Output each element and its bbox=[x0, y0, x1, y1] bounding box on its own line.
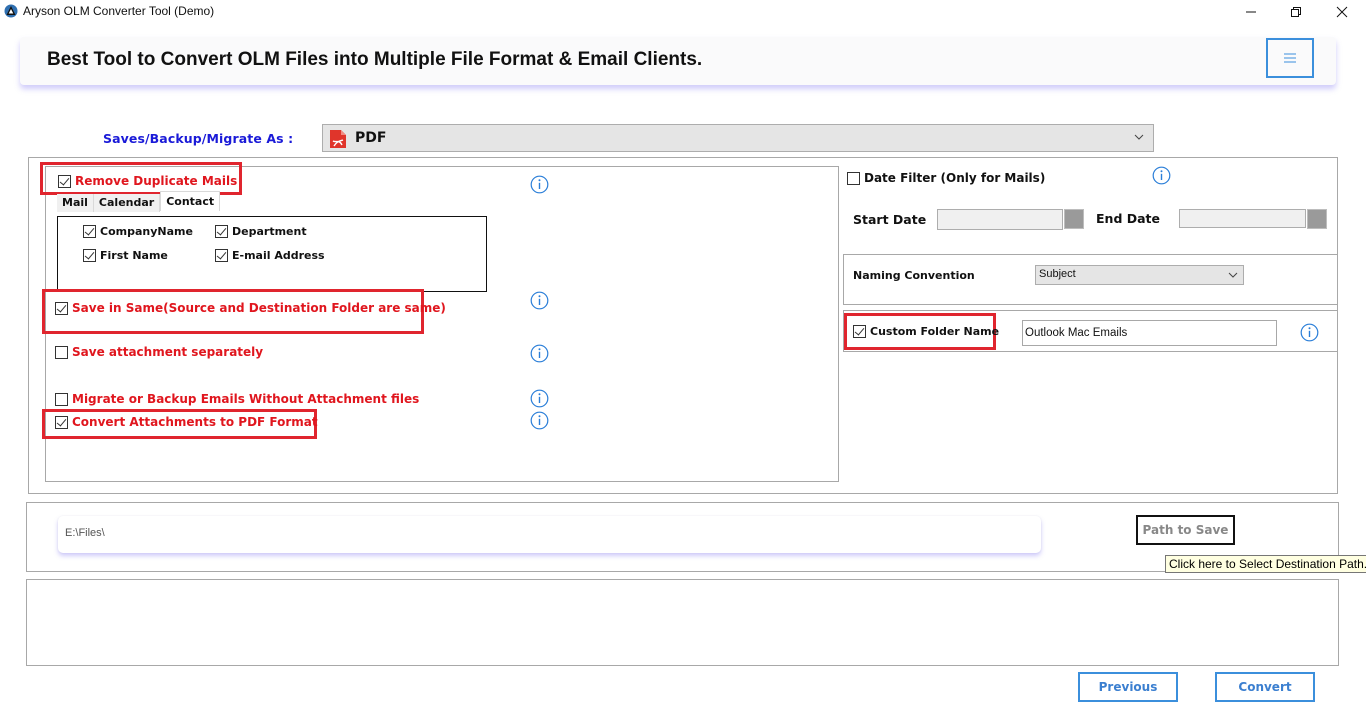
path-tooltip: Click here to Select Destination Path. bbox=[1165, 555, 1366, 573]
company-name-checkbox[interactable] bbox=[83, 225, 96, 238]
tab-calendar[interactable]: Calendar bbox=[93, 194, 161, 212]
without-attachment-label: Migrate or Backup Emails Without Attachm… bbox=[72, 392, 420, 406]
convert-attachments-option[interactable]: Convert Attachments to PDF Format bbox=[55, 415, 318, 429]
convert-attachments-checkbox[interactable] bbox=[55, 415, 68, 429]
date-filter-option[interactable]: Date Filter (Only for Mails) bbox=[847, 171, 1045, 185]
first-name-checkbox[interactable] bbox=[83, 249, 96, 262]
calendar-icon[interactable] bbox=[1064, 209, 1084, 229]
contact-fields-box: CompanyName Department First Name E-mail… bbox=[57, 216, 487, 292]
contact-field-option[interactable]: CompanyName bbox=[83, 225, 193, 238]
naming-convention-label: Naming Convention bbox=[853, 269, 975, 282]
start-date-label: Start Date bbox=[853, 212, 927, 227]
tab-contact[interactable]: Contact bbox=[160, 191, 221, 211]
naming-convention-select[interactable]: Subject bbox=[1035, 265, 1244, 285]
convert-button[interactable]: Convert bbox=[1215, 672, 1315, 702]
minimize-icon bbox=[1246, 11, 1256, 13]
pdf-file-icon bbox=[330, 130, 346, 148]
email-address-checkbox[interactable] bbox=[215, 249, 228, 262]
minimize-button[interactable] bbox=[1228, 0, 1274, 24]
restore-icon bbox=[1291, 7, 1301, 17]
window-title: Aryson OLM Converter Tool (Demo) bbox=[23, 4, 215, 18]
remove-duplicates-option[interactable]: Remove Duplicate Mails bbox=[58, 174, 237, 188]
save-attachment-checkbox[interactable] bbox=[55, 345, 68, 359]
calendar-icon[interactable] bbox=[1307, 209, 1327, 229]
header-banner: Best Tool to Convert OLM Files into Mult… bbox=[20, 37, 1336, 85]
close-button[interactable] bbox=[1319, 0, 1365, 24]
tab-mail[interactable]: Mail bbox=[57, 194, 94, 212]
app-logo-icon bbox=[4, 4, 18, 18]
remove-duplicates-checkbox[interactable] bbox=[58, 174, 71, 188]
info-icon[interactable] bbox=[530, 344, 549, 363]
info-icon[interactable] bbox=[530, 291, 549, 310]
save-in-same-option[interactable]: Save in Same(Source and Destination Fold… bbox=[55, 301, 446, 315]
convert-attachments-label: Convert Attachments to PDF Format bbox=[72, 415, 318, 429]
close-icon bbox=[1336, 6, 1348, 18]
save-in-same-checkbox[interactable] bbox=[55, 301, 68, 315]
end-date-label: End Date bbox=[1096, 211, 1161, 226]
end-date-input[interactable] bbox=[1179, 209, 1306, 228]
save-attachment-label: Save attachment separately bbox=[72, 345, 264, 359]
contact-field-option[interactable]: First Name bbox=[83, 249, 168, 262]
restore-button[interactable] bbox=[1273, 0, 1319, 24]
menu-button[interactable] bbox=[1266, 38, 1314, 78]
info-icon[interactable] bbox=[530, 411, 549, 430]
start-date-input[interactable] bbox=[937, 209, 1063, 230]
remove-duplicates-label: Remove Duplicate Mails bbox=[75, 174, 238, 188]
previous-button[interactable]: Previous bbox=[1078, 672, 1178, 702]
naming-convention-value: Subject bbox=[1039, 268, 1076, 280]
department-label: Department bbox=[232, 225, 307, 238]
without-attachment-checkbox[interactable] bbox=[55, 392, 68, 406]
company-name-label: CompanyName bbox=[100, 225, 193, 238]
contact-field-option[interactable]: Department bbox=[215, 225, 307, 238]
format-select[interactable]: PDF bbox=[322, 124, 1154, 152]
email-address-label: E-mail Address bbox=[232, 249, 325, 262]
header-title: Best Tool to Convert OLM Files into Mult… bbox=[47, 49, 703, 70]
save-in-same-label: Save in Same(Source and Destination Fold… bbox=[72, 301, 446, 315]
info-icon[interactable] bbox=[530, 175, 549, 194]
format-select-value: PDF bbox=[355, 130, 387, 146]
custom-folder-input[interactable] bbox=[1022, 320, 1277, 346]
path-to-save-button[interactable]: Path to Save bbox=[1136, 515, 1235, 545]
contact-field-option[interactable]: E-mail Address bbox=[215, 249, 325, 262]
date-filter-label: Date Filter (Only for Mails) bbox=[864, 171, 1046, 185]
department-checkbox[interactable] bbox=[215, 225, 228, 238]
hamburger-menu-icon bbox=[1284, 53, 1296, 63]
date-filter-checkbox[interactable] bbox=[847, 171, 860, 185]
destination-path-input[interactable]: E:\Files\ bbox=[58, 516, 1041, 553]
info-icon[interactable] bbox=[1152, 166, 1171, 185]
chevron-down-icon bbox=[1228, 272, 1238, 278]
log-area bbox=[26, 579, 1339, 666]
info-icon[interactable] bbox=[530, 389, 549, 408]
custom-folder-label: Custom Folder Name bbox=[870, 325, 1000, 338]
save-attachment-option[interactable]: Save attachment separately bbox=[55, 345, 263, 359]
first-name-label: First Name bbox=[100, 249, 168, 262]
custom-folder-checkbox[interactable] bbox=[853, 325, 866, 338]
dedup-tabs: Mail Calendar Contact bbox=[57, 191, 221, 212]
chevron-down-icon bbox=[1134, 134, 1144, 140]
custom-folder-option[interactable]: Custom Folder Name bbox=[853, 325, 999, 338]
without-attachment-option[interactable]: Migrate or Backup Emails Without Attachm… bbox=[55, 392, 419, 406]
title-bar: Aryson OLM Converter Tool (Demo) bbox=[0, 0, 1366, 24]
saves-as-label: Saves/Backup/Migrate As : bbox=[103, 131, 294, 146]
info-icon[interactable] bbox=[1300, 323, 1319, 342]
